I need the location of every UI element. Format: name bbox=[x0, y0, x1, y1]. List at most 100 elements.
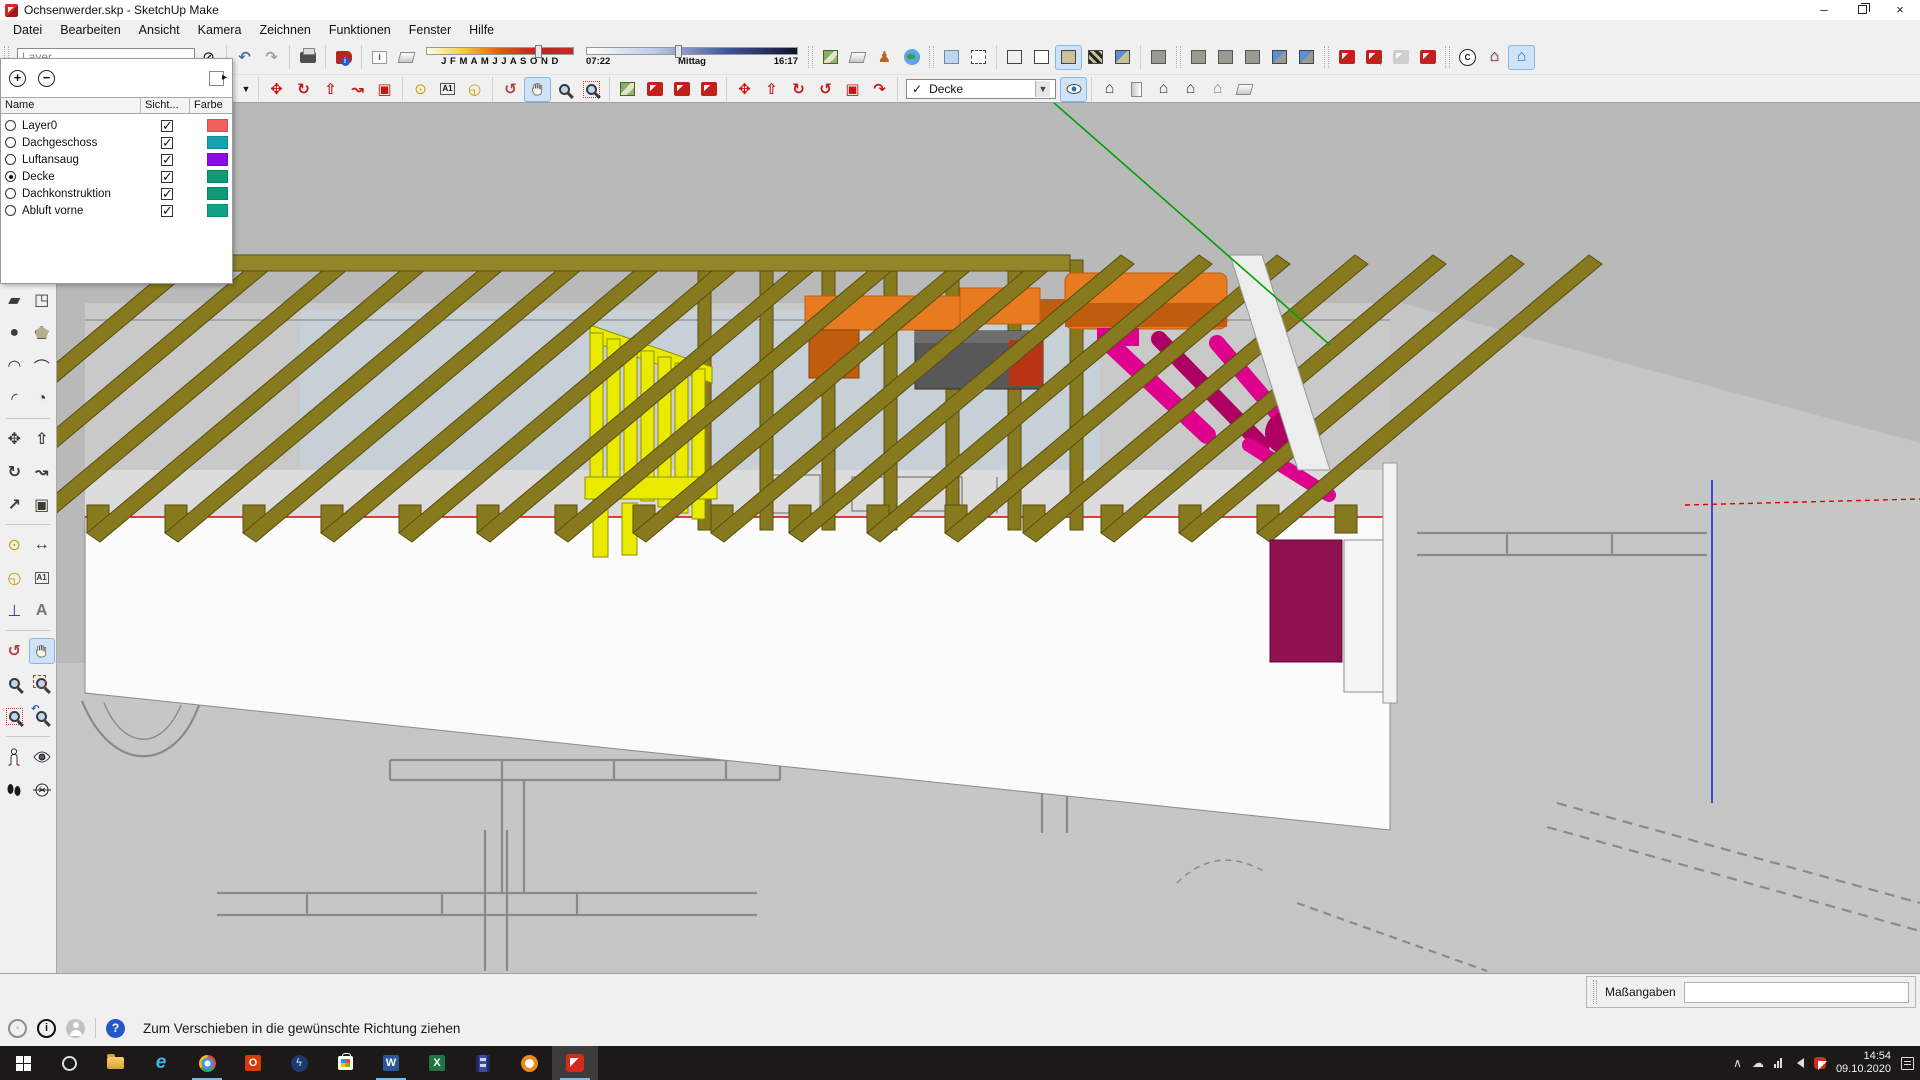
layer-visible-checkbox[interactable] bbox=[161, 188, 173, 200]
hidden-line-style-icon[interactable] bbox=[1028, 45, 1055, 70]
measurements-value-field[interactable] bbox=[1684, 982, 1909, 1003]
layer-color-swatch[interactable] bbox=[207, 204, 228, 217]
xray-style-icon[interactable] bbox=[938, 45, 965, 70]
build-house-outline-icon[interactable]: ⌂ bbox=[1204, 77, 1231, 102]
time-slider-handle[interactable] bbox=[675, 45, 682, 58]
start-button[interactable] bbox=[0, 1046, 46, 1080]
display-section-fill-icon[interactable] bbox=[1239, 45, 1266, 70]
photomatch-new-icon[interactable] bbox=[614, 77, 641, 102]
text-tool-icon[interactable]: A1 bbox=[29, 565, 55, 591]
stp-app-button[interactable] bbox=[506, 1046, 552, 1080]
redo-icon[interactable]: ↷ bbox=[258, 45, 285, 70]
combobox-arrow-icon[interactable]: ▼ bbox=[1035, 81, 1050, 97]
scale-tool-icon[interactable]: ↗ bbox=[1, 492, 27, 518]
layer-active-radio[interactable] bbox=[5, 137, 16, 148]
follow-me-icon[interactable]: ↝ bbox=[344, 77, 371, 102]
layer-name[interactable]: Luftansaug bbox=[22, 154, 143, 166]
layer-color-swatch[interactable] bbox=[207, 170, 228, 183]
solid-split-icon[interactable]: ↷ bbox=[866, 77, 893, 102]
layer-active-radio[interactable] bbox=[5, 188, 16, 199]
zoom-window-tool-icon[interactable] bbox=[29, 671, 55, 697]
restore-button[interactable] bbox=[1854, 0, 1870, 20]
layer-name[interactable]: Decke bbox=[22, 171, 143, 183]
layer-row[interactable]: Luftansaug bbox=[1, 151, 232, 168]
add-location-icon[interactable] bbox=[817, 45, 844, 70]
protractor-tool-icon[interactable]: ◵ bbox=[1, 565, 27, 591]
layer-row[interactable]: Layer0 bbox=[1, 117, 232, 134]
three-point-arc-tool-icon[interactable]: ◜ bbox=[1, 386, 27, 412]
section-view-2-icon[interactable] bbox=[1293, 45, 1320, 70]
push-pull-tool-icon[interactable]: ⇧ bbox=[29, 426, 55, 452]
shadow-toggle-icon[interactable] bbox=[393, 45, 420, 70]
tray-app-icon[interactable] bbox=[1814, 1057, 1826, 1069]
menu-datei[interactable]: Datei bbox=[4, 23, 51, 37]
shadow-dialog-icon[interactable]: i bbox=[366, 45, 393, 70]
internet-explorer-button[interactable]: e bbox=[138, 1046, 184, 1080]
toolbar-grip[interactable] bbox=[929, 46, 934, 68]
pie-tool-icon[interactable]: ◔ bbox=[29, 386, 55, 412]
look-around-tool-icon[interactable] bbox=[29, 744, 55, 770]
layer-color-toggle-icon[interactable] bbox=[1060, 77, 1087, 102]
dimension-tool-icon[interactable]: ↔ bbox=[29, 532, 55, 558]
build-roof-icon[interactable]: ⌂ bbox=[1096, 77, 1123, 102]
menu-bearbeiten[interactable]: Bearbeiten bbox=[51, 23, 129, 37]
remove-layer-button[interactable]: − bbox=[38, 70, 55, 87]
layer-visible-checkbox[interactable] bbox=[161, 137, 173, 149]
layer-row[interactable]: Abluft vorne bbox=[1, 202, 232, 219]
credits-info-icon[interactable]: i bbox=[37, 1019, 56, 1038]
layer-visible-checkbox[interactable] bbox=[161, 154, 173, 166]
turn-around-tool-icon[interactable]: C bbox=[29, 777, 55, 803]
cortana-button[interactable] bbox=[46, 1046, 92, 1080]
model-info-icon[interactable] bbox=[330, 45, 357, 70]
minimize-button[interactable]: – bbox=[1816, 0, 1832, 20]
layer-name[interactable]: Layer0 bbox=[22, 120, 143, 132]
position-camera-tool-icon[interactable] bbox=[1, 744, 27, 770]
active-layer-combobox[interactable]: ✓ Decke ▼ bbox=[906, 79, 1056, 99]
wall-opening[interactable] bbox=[1270, 540, 1342, 662]
sketchup-taskbar-button[interactable] bbox=[552, 1046, 598, 1080]
layer-active-radio[interactable] bbox=[5, 154, 16, 165]
build-wide-roof-icon[interactable]: ⌂ bbox=[1177, 77, 1204, 102]
help-icon[interactable]: ? bbox=[106, 1019, 125, 1038]
build-house-front-icon[interactable]: ⌂ bbox=[1150, 77, 1177, 102]
two-point-arc-tool-icon[interactable]: ⌒ bbox=[29, 353, 55, 379]
menu-fenster[interactable]: Fenster bbox=[400, 23, 460, 37]
shaded-style-icon[interactable] bbox=[1055, 45, 1082, 70]
section-plane-icon[interactable] bbox=[1145, 45, 1172, 70]
pan-tool-icon[interactable] bbox=[29, 638, 55, 664]
offset-tool-icon[interactable]: ▣ bbox=[29, 492, 55, 518]
rotate-tool-icon[interactable]: ↻ bbox=[1, 459, 27, 485]
rotated-rectangle-tool-icon[interactable]: ◳ bbox=[29, 287, 55, 313]
tray-chevron-icon[interactable]: ∧ bbox=[1733, 1056, 1742, 1070]
move-tool-icon[interactable]: ✥ bbox=[1, 426, 27, 452]
ridge-beam[interactable] bbox=[95, 255, 1070, 271]
wall-pier[interactable] bbox=[1344, 540, 1384, 692]
layer-color-swatch[interactable] bbox=[207, 136, 228, 149]
solid-subtract-icon[interactable]: ↻ bbox=[785, 77, 812, 102]
tape-measure-tool-icon[interactable]: ⊙ bbox=[1, 532, 27, 558]
layer-name[interactable]: Abluft vorne bbox=[22, 205, 143, 217]
solid-outer-shell-icon[interactable]: ✥ bbox=[731, 77, 758, 102]
north-compass-icon[interactable]: C bbox=[1454, 45, 1481, 70]
layer-active-radio[interactable] bbox=[5, 120, 16, 131]
offset-icon[interactable]: ▣ bbox=[371, 77, 398, 102]
toolbar-grip[interactable] bbox=[1324, 46, 1329, 68]
solid-union-icon[interactable]: ⇧ bbox=[758, 77, 785, 102]
circle-tool-icon[interactable]: ● bbox=[1, 320, 27, 346]
file-explorer-button[interactable] bbox=[92, 1046, 138, 1080]
menu-zeichnen[interactable]: Zeichnen bbox=[250, 23, 319, 37]
month-slider-handle[interactable] bbox=[535, 45, 542, 58]
print-icon[interactable] bbox=[294, 45, 321, 70]
layer-name[interactable]: Dachkonstruktion bbox=[22, 188, 143, 200]
menu-hilfe[interactable]: Hilfe bbox=[460, 23, 503, 37]
tape-measure-icon[interactable]: ⊙ bbox=[407, 77, 434, 102]
column-color[interactable]: Farbe bbox=[190, 98, 232, 113]
photo-textures-icon[interactable]: ♟ bbox=[871, 45, 898, 70]
layer-color-swatch[interactable] bbox=[207, 153, 228, 166]
column-visible[interactable]: Sicht... bbox=[141, 98, 190, 113]
add-layer-button[interactable]: + bbox=[9, 70, 26, 87]
previous-view-tool-icon[interactable] bbox=[29, 704, 55, 730]
textured-style-icon[interactable] bbox=[1082, 45, 1109, 70]
axes-tool-icon[interactable]: ⊥ bbox=[1, 598, 27, 624]
layer-row[interactable]: Dachkonstruktion bbox=[1, 185, 232, 202]
